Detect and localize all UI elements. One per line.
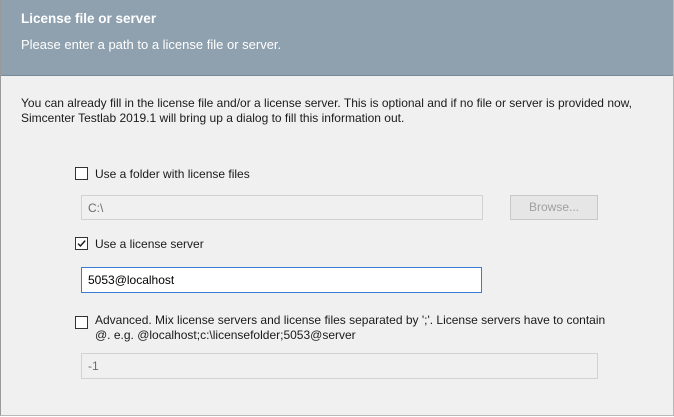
folder-option-row[interactable]: Use a folder with license files xyxy=(75,167,250,181)
page-subtitle: Please enter a path to a license file or… xyxy=(21,37,282,52)
server-option-label[interactable]: Use a license server xyxy=(95,237,204,251)
license-folder-path-field[interactable] xyxy=(81,195,483,220)
advanced-option-row[interactable]: Advanced. Mix license servers and licens… xyxy=(75,313,615,343)
advanced-option-label[interactable]: Advanced. Mix license servers and licens… xyxy=(95,313,615,343)
browse-button[interactable]: Browse... xyxy=(510,195,598,220)
license-wizard-page: License file or server Please enter a pa… xyxy=(0,0,674,416)
page-title: License file or server xyxy=(21,11,157,26)
license-server-field[interactable] xyxy=(81,267,482,293)
folder-option-checkbox[interactable] xyxy=(75,167,88,180)
intro-text: You can already fill in the license file… xyxy=(21,96,633,125)
folder-option-label[interactable]: Use a folder with license files xyxy=(95,167,250,181)
page-header: License file or server Please enter a pa… xyxy=(1,0,673,76)
server-option-row[interactable]: Use a license server xyxy=(75,237,204,251)
server-option-checkbox[interactable] xyxy=(75,237,88,250)
checkmark-icon xyxy=(77,240,86,248)
advanced-license-field[interactable] xyxy=(81,353,598,379)
advanced-option-checkbox[interactable] xyxy=(75,316,88,329)
